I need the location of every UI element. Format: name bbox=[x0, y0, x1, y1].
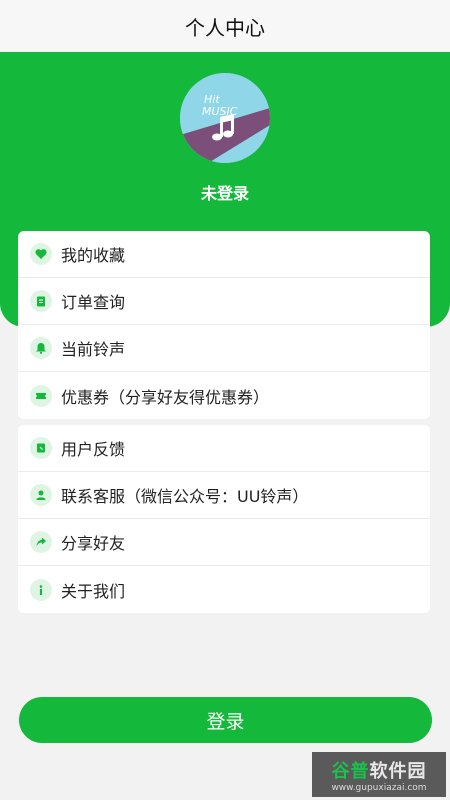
menu-item-label: 优惠券（分享好友得优惠券） bbox=[61, 387, 270, 407]
watermark-brand: 谷普软件园 bbox=[332, 757, 427, 783]
menu-item-current-ringtone[interactable]: 当前铃声 bbox=[18, 325, 430, 372]
watermark-brand-part2: 软件园 bbox=[369, 760, 427, 782]
menu-item-label: 用户反馈 bbox=[61, 440, 126, 459]
heart-icon bbox=[30, 243, 52, 265]
menu-item-about-us[interactable]: 关于我们 bbox=[18, 566, 430, 613]
clipboard-icon bbox=[30, 290, 52, 312]
watermark-url: www.gupuxiazai.com bbox=[331, 782, 427, 793]
menu-group-1: 我的收藏 订单查询 当前铃声 优惠券（分享好友得优惠券） bbox=[18, 231, 430, 419]
menu-item-favorites[interactable]: 我的收藏 bbox=[18, 231, 430, 278]
menu-item-label: 分享好友 bbox=[61, 534, 126, 553]
share-icon bbox=[30, 531, 52, 553]
menu-item-coupons[interactable]: 优惠券（分享好友得优惠券） bbox=[18, 372, 430, 419]
bell-icon bbox=[30, 337, 52, 359]
menu-item-label: 关于我们 bbox=[61, 581, 126, 601]
menu-item-label: 当前铃声 bbox=[61, 340, 126, 359]
menu-item-orders[interactable]: 订单查询 bbox=[18, 278, 430, 325]
watermark: 谷普软件园 www.gupuxiazai.com bbox=[312, 752, 446, 797]
page-header: 个人中心 bbox=[0, 0, 450, 52]
ticket-icon bbox=[30, 384, 52, 407]
customer-service-icon bbox=[30, 484, 52, 506]
menu-group-2: 用户反馈 联系客服（微信公众号：UU铃声） 分享好友 关于我们 bbox=[18, 425, 430, 613]
login-status[interactable]: 未登录 bbox=[0, 180, 450, 204]
info-icon bbox=[30, 578, 52, 601]
login-button[interactable]: 登录 bbox=[19, 697, 432, 743]
menu-item-feedback[interactable]: 用户反馈 bbox=[18, 425, 430, 472]
menu-item-customer-service[interactable]: 联系客服（微信公众号：UU铃声） bbox=[18, 472, 430, 519]
menu-item-label: 订单查询 bbox=[61, 293, 126, 312]
page-title: 个人中心 bbox=[185, 15, 265, 40]
menu-item-share-friends[interactable]: 分享好友 bbox=[18, 519, 430, 566]
watermark-brand-part1: 谷普 bbox=[331, 760, 370, 782]
menu-item-label: 联系客服（微信公众号：UU铃声） bbox=[61, 487, 309, 506]
feedback-icon bbox=[30, 437, 52, 459]
menu-item-label: 我的收藏 bbox=[61, 246, 126, 265]
avatar[interactable]: Hit MUSIC bbox=[180, 73, 270, 163]
